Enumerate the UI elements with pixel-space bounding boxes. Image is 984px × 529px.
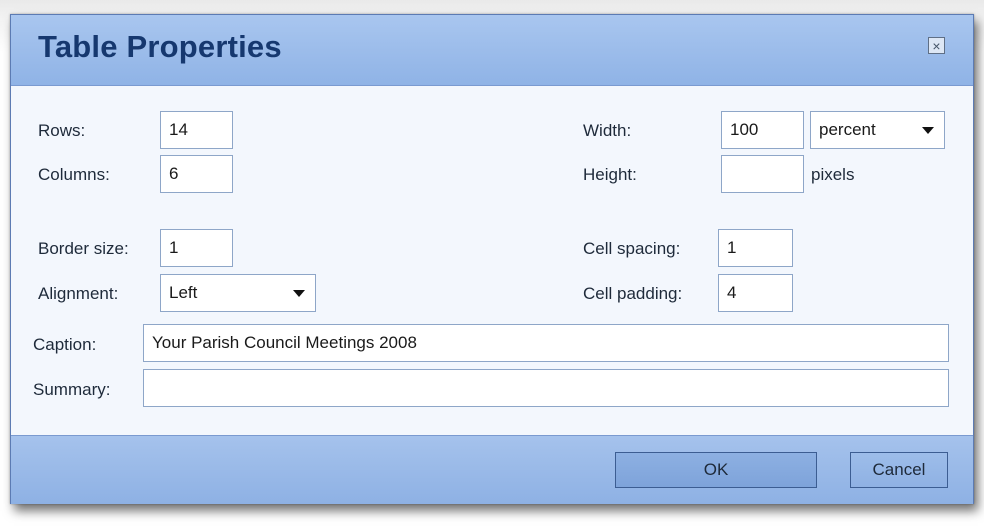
dialog-footer: OK Cancel	[11, 435, 973, 504]
columns-input[interactable]: 6	[160, 155, 233, 193]
alignment-value: Left	[169, 283, 198, 302]
height-input[interactable]	[721, 155, 804, 193]
cell-padding-input[interactable]: 4	[718, 274, 793, 312]
table-properties-dialog: Table Properties × Rows: 14 Columns: 6 B…	[10, 14, 974, 504]
width-unit-select[interactable]: percent	[810, 111, 945, 149]
width-unit-value: percent	[819, 120, 876, 139]
summary-label: Summary:	[33, 380, 111, 399]
alignment-label: Alignment:	[38, 284, 119, 303]
caption-input[interactable]: Your Parish Council Meetings 2008	[143, 324, 949, 362]
cancel-button[interactable]: Cancel	[850, 452, 948, 488]
alignment-select[interactable]: Left	[160, 274, 316, 312]
caption-label: Caption:	[33, 335, 97, 354]
cell-spacing-label: Cell spacing:	[583, 239, 681, 258]
rows-label: Rows:	[38, 121, 86, 140]
chevron-down-icon	[293, 290, 305, 297]
dialog-title-bar: Table Properties ×	[11, 15, 973, 86]
summary-input[interactable]	[143, 369, 949, 407]
cell-spacing-input[interactable]: 1	[718, 229, 793, 267]
rows-input[interactable]: 14	[160, 111, 233, 149]
chevron-down-icon	[922, 127, 934, 134]
border-size-label: Border size:	[38, 239, 129, 258]
width-label: Width:	[583, 121, 632, 140]
close-x-icon[interactable]: ×	[928, 37, 945, 54]
dialog-body: Rows: 14 Columns: 6 Border size: 1 Align…	[11, 86, 973, 435]
width-input[interactable]: 100	[721, 111, 804, 149]
border-size-input[interactable]: 1	[160, 229, 233, 267]
height-label: Height:	[583, 165, 637, 184]
height-unit-label: pixels	[811, 165, 855, 184]
columns-label: Columns:	[38, 165, 110, 184]
cell-padding-label: Cell padding:	[583, 284, 683, 303]
ok-button[interactable]: OK	[615, 452, 817, 488]
dialog-title: Table Properties	[38, 29, 282, 64]
